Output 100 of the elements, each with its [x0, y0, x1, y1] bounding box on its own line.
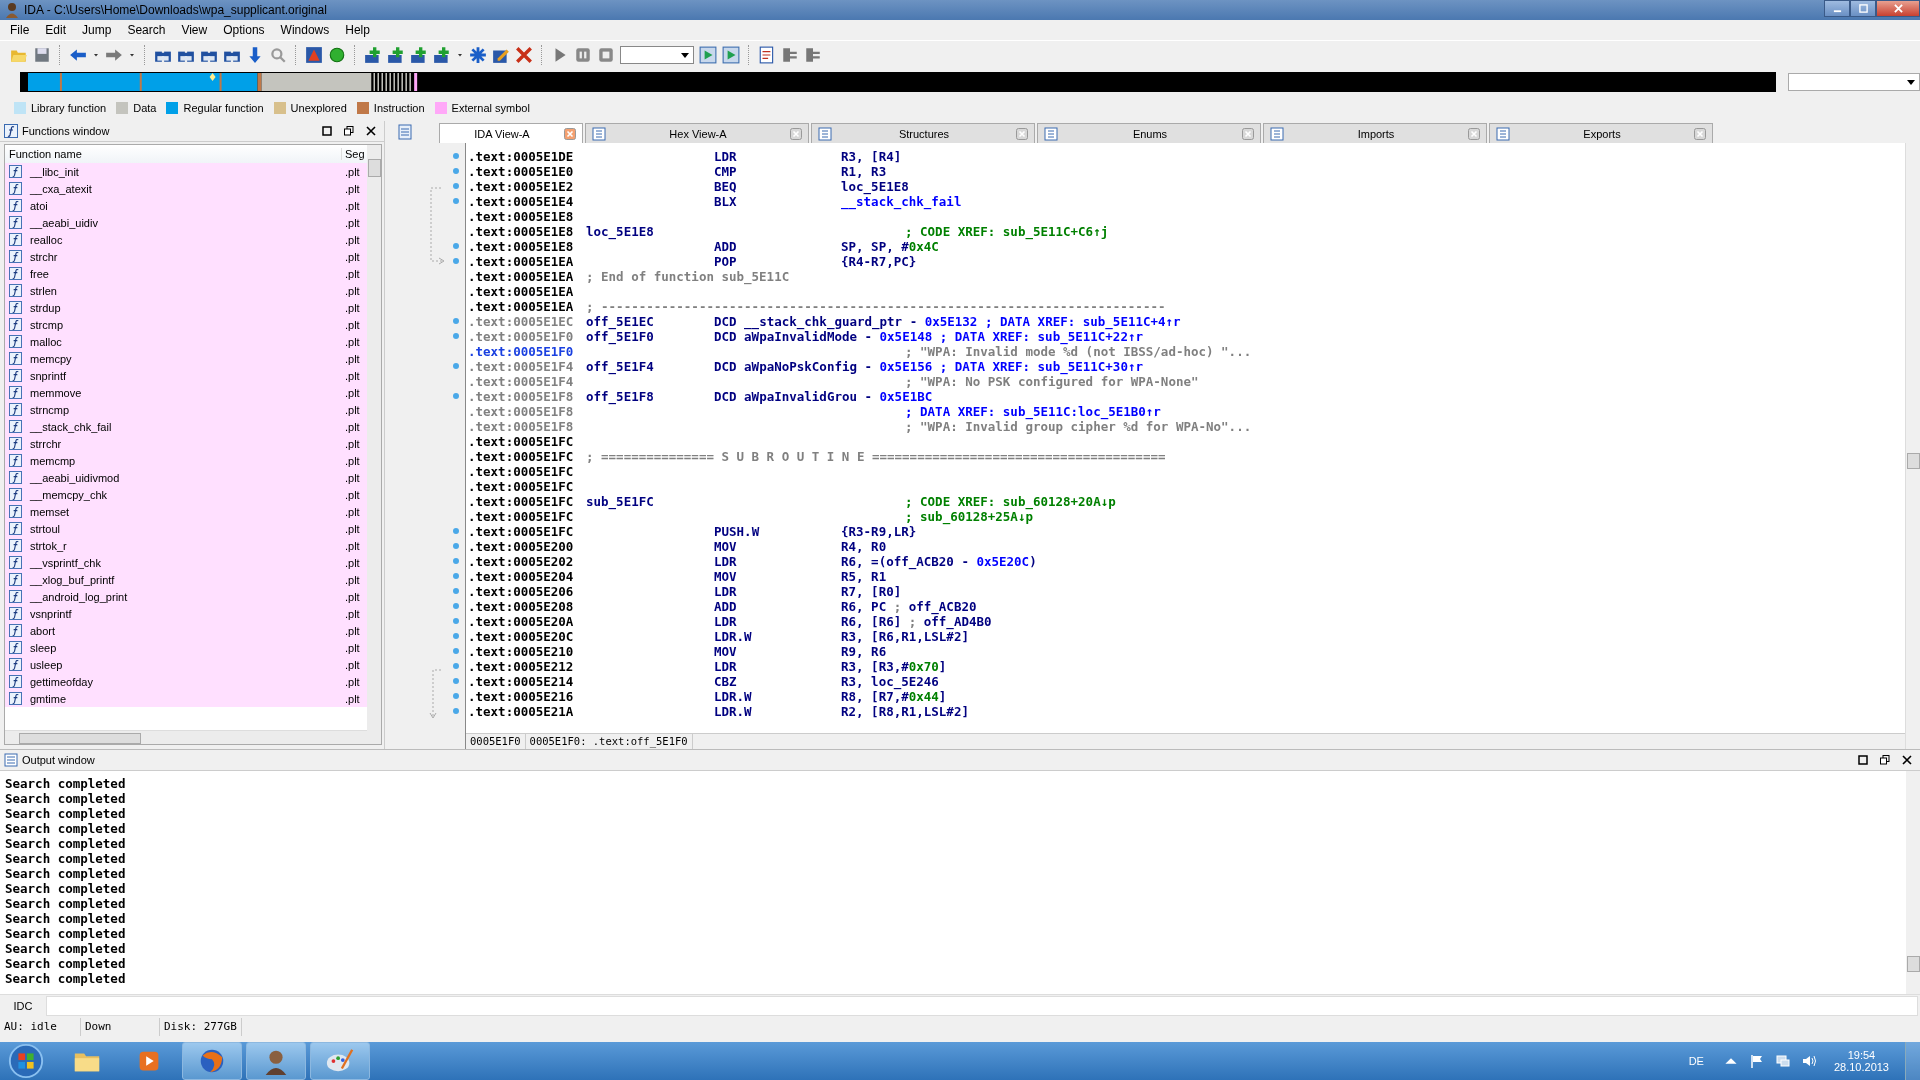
clock-date[interactable]: 28.10.2013	[1833, 1061, 1889, 1073]
close-icon[interactable]	[366, 126, 376, 136]
function-row[interactable]: abort .plt	[5, 622, 367, 639]
horizontal-scrollbar[interactable]	[5, 730, 367, 744]
function-row[interactable]: usleep .plt	[5, 656, 367, 673]
breakpoint-dot[interactable]	[453, 153, 459, 159]
menu-item[interactable]: Edit	[37, 23, 75, 37]
breakpoint-dot[interactable]	[453, 573, 459, 579]
function-row[interactable]: __memcpy_chk .plt	[5, 486, 367, 503]
asterisk-icon[interactable]	[469, 46, 487, 64]
function-row[interactable]: vsnprintf .plt	[5, 605, 367, 622]
vertical-scrollbar[interactable]	[367, 145, 381, 744]
navigation-band[interactable]	[20, 72, 1777, 92]
tab[interactable]: IDA View-A	[439, 123, 583, 143]
function-row[interactable]: __aeabi_uidivmod .plt	[5, 469, 367, 486]
breakpoint-dot[interactable]	[453, 258, 459, 264]
stop-icon[interactable]	[597, 46, 615, 64]
volume-icon[interactable]	[1801, 1054, 1816, 1068]
breakpoint-dot[interactable]	[453, 168, 459, 174]
function-row[interactable]: snprintf .plt	[5, 367, 367, 384]
breakpoint-dot[interactable]	[453, 363, 459, 369]
menu-item[interactable]: Windows	[272, 23, 338, 37]
function-row[interactable]: __libc_init .plt	[5, 163, 367, 180]
function-row[interactable]: __vsprintf_chk .plt	[5, 554, 367, 571]
circle-icon[interactable]	[328, 46, 346, 64]
document-icon[interactable]	[758, 46, 776, 64]
column-header[interactable]: Function name	[5, 148, 341, 160]
language-indicator[interactable]: DE	[1688, 1055, 1704, 1067]
function-row[interactable]: sleep .plt	[5, 639, 367, 656]
breakpoint-dot[interactable]	[453, 648, 459, 654]
breakpoint-dot[interactable]	[453, 528, 459, 534]
function-row[interactable]: realloc .plt	[5, 231, 367, 248]
breakpoint-dot[interactable]	[453, 318, 459, 324]
function-row[interactable]: strdup .plt	[5, 299, 367, 316]
breakpoint-dot[interactable]	[453, 543, 459, 549]
close-icon[interactable]	[1902, 755, 1912, 765]
breakpoint-dot[interactable]	[453, 693, 459, 699]
breakpoint-dot[interactable]	[453, 393, 459, 399]
function-row[interactable]: strtoul .plt	[5, 520, 367, 537]
warning-icon[interactable]	[305, 46, 323, 64]
plus-icon[interactable]	[410, 46, 428, 64]
clock-time[interactable]: 19:54	[1847, 1049, 1876, 1061]
tab[interactable]: Exports	[1489, 123, 1713, 143]
function-row[interactable]: strlen .plt	[5, 282, 367, 299]
vertical-scrollbar[interactable]	[1905, 143, 1920, 749]
function-row[interactable]: malloc .plt	[5, 333, 367, 350]
restore-icon[interactable]	[344, 126, 354, 136]
function-row[interactable]: gmtime .plt	[5, 690, 367, 707]
cross-icon[interactable]	[515, 46, 533, 64]
vertical-scrollbar[interactable]	[1906, 771, 1920, 994]
function-row[interactable]: memset .plt	[5, 503, 367, 520]
breakpoint-dot[interactable]	[453, 198, 459, 204]
command-field[interactable]	[46, 996, 1918, 1016]
function-row[interactable]: strcmp .plt	[5, 316, 367, 333]
breakpoint-dot[interactable]	[453, 333, 459, 339]
magnifier-icon[interactable]	[269, 46, 287, 64]
breakpoint-dot[interactable]	[453, 588, 459, 594]
tab[interactable]: Enums	[1037, 123, 1261, 143]
plus-icon[interactable]	[387, 46, 405, 64]
function-row[interactable]: free .plt	[5, 265, 367, 282]
segment-dropdown[interactable]	[1788, 73, 1920, 91]
function-row[interactable]: strchr .plt	[5, 248, 367, 265]
network-icon[interactable]	[1775, 1054, 1790, 1068]
breakpoint-dot[interactable]	[453, 618, 459, 624]
breakpoint-dot[interactable]	[453, 678, 459, 684]
function-row[interactable]: __aeabi_uidiv .plt	[5, 214, 367, 231]
breakpoint-dot[interactable]	[453, 558, 459, 564]
flag-icon[interactable]	[1749, 1054, 1764, 1068]
breakpoint-dot[interactable]	[453, 663, 459, 669]
function-row[interactable]: memmove .plt	[5, 384, 367, 401]
maximize-icon[interactable]	[1858, 755, 1868, 765]
menu-item[interactable]: Options	[215, 23, 273, 37]
function-row[interactable]: atoi .plt	[5, 197, 367, 214]
menu-item[interactable]: Jump	[74, 23, 120, 37]
maximize-icon[interactable]	[322, 126, 332, 136]
plus-icon[interactable]	[364, 46, 382, 64]
function-row[interactable]: gettimeofday .plt	[5, 673, 367, 690]
menu-item[interactable]: Help	[337, 23, 378, 37]
function-row[interactable]: __android_log_print .plt	[5, 588, 367, 605]
function-row[interactable]: __stack_chk_fail .plt	[5, 418, 367, 435]
breakpoint-dot[interactable]	[453, 633, 459, 639]
breakpoint-dot[interactable]	[453, 183, 459, 189]
breakpoint-dot[interactable]	[453, 708, 459, 714]
function-row[interactable]: strrchr .plt	[5, 435, 367, 452]
toolbar-dropdown[interactable]	[620, 46, 694, 64]
restore-icon[interactable]	[1880, 755, 1890, 765]
start-button[interactable]	[6, 1042, 46, 1080]
tab[interactable]: Structures	[811, 123, 1035, 143]
pause-icon[interactable]	[574, 46, 592, 64]
menu-item[interactable]: File	[2, 23, 38, 37]
function-row[interactable]: strncmp .plt	[5, 401, 367, 418]
tab[interactable]: Imports	[1263, 123, 1487, 143]
function-row[interactable]: __cxa_atexit .plt	[5, 180, 367, 197]
function-row[interactable]: strtok_r .plt	[5, 537, 367, 554]
function-row[interactable]: memcmp .plt	[5, 452, 367, 469]
tab[interactable]: Hex View-A	[585, 123, 809, 143]
menu-item[interactable]: Search	[119, 23, 174, 37]
breakpoint-dot[interactable]	[453, 243, 459, 249]
function-row[interactable]: __xlog_buf_printf .plt	[5, 571, 367, 588]
menu-item[interactable]: View	[173, 23, 216, 37]
